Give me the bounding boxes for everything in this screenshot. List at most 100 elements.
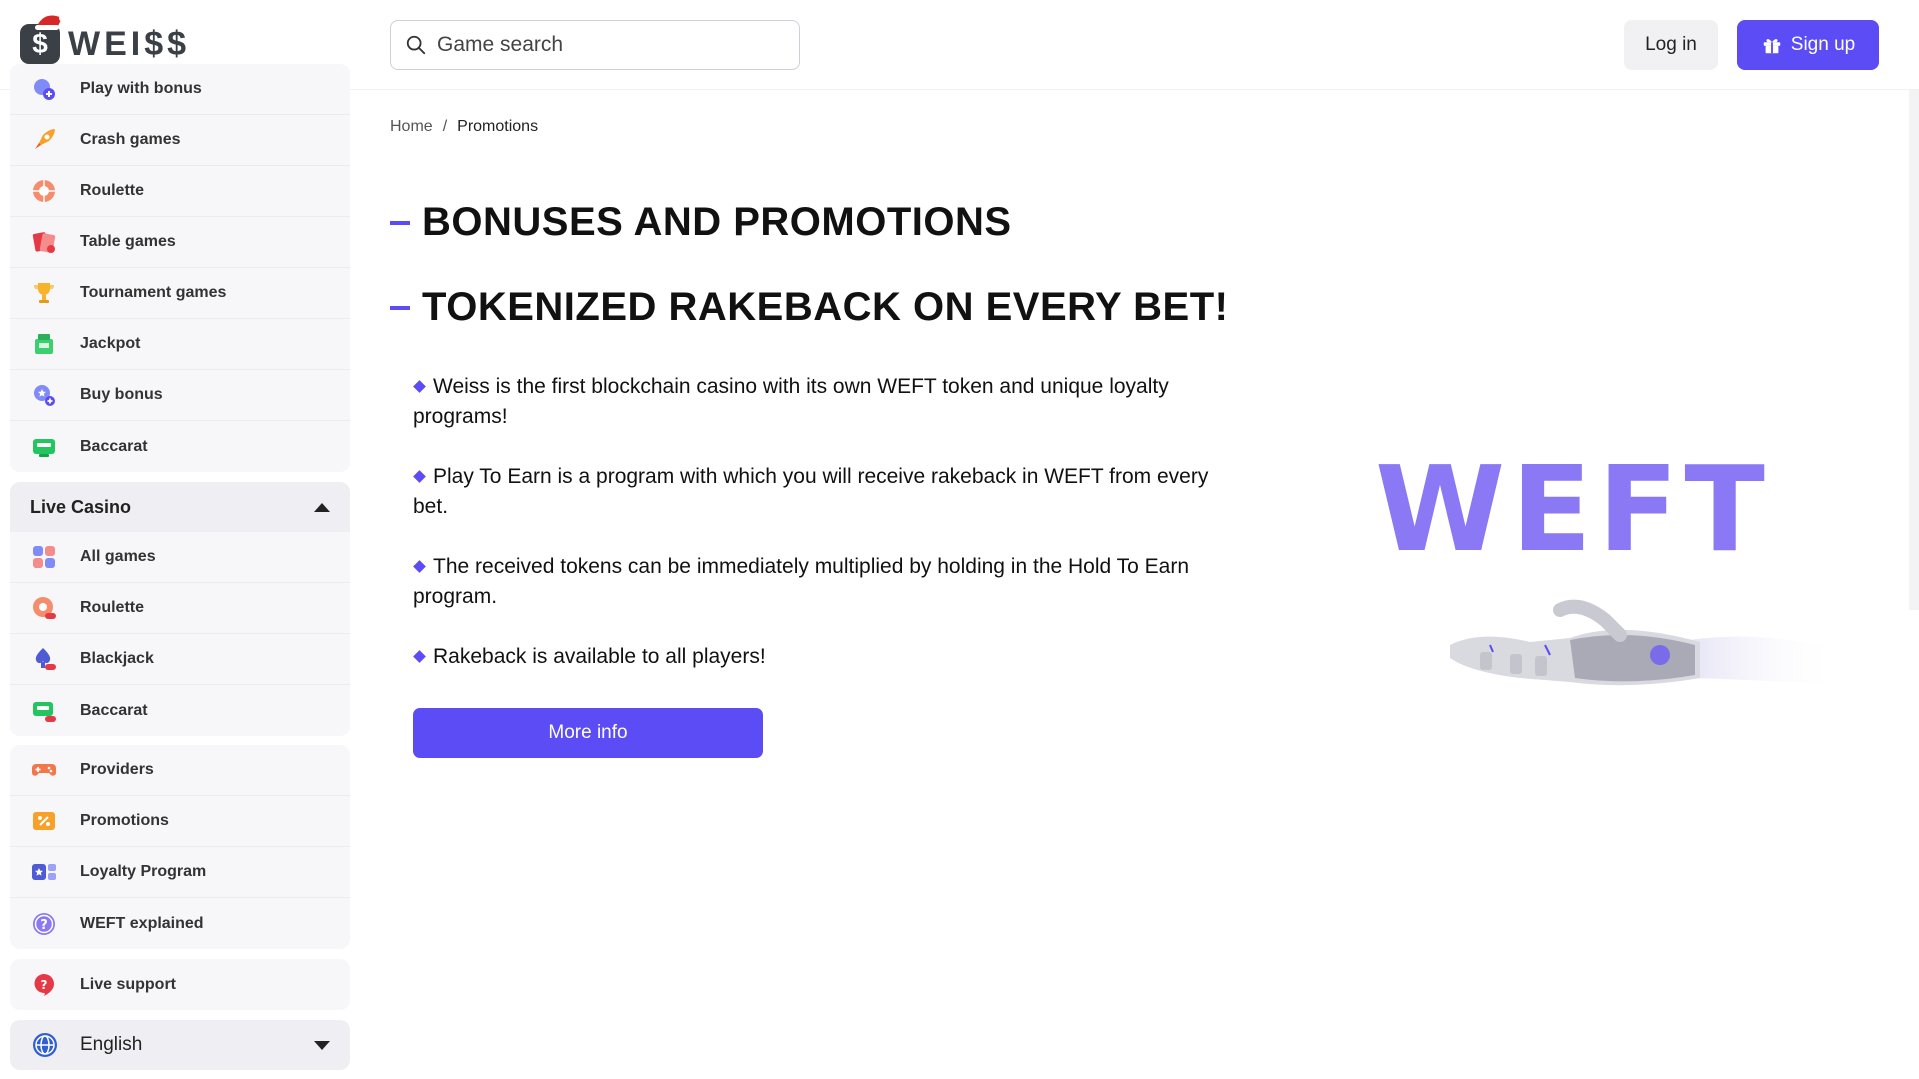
sidebar-item-table-games[interactable]: Table games — [10, 217, 350, 268]
login-label: Log in — [1645, 34, 1697, 55]
sidebar-item-tournament-games[interactable]: Tournament games — [10, 268, 350, 319]
misc-group: Providers Promotions Loyalty Program ? W… — [10, 745, 350, 949]
sidebar-item-label: Roulette — [80, 182, 144, 199]
games-group: Play with bonus Crash games Roulette Tab… — [10, 64, 350, 472]
more-info-button[interactable]: More info — [413, 708, 763, 758]
page-scrollbar[interactable] — [1909, 90, 1919, 610]
search-box[interactable] — [390, 20, 800, 70]
feature-text: The received tokens can be immediately m… — [413, 555, 1190, 608]
logo-text: WEI$$ — [68, 24, 191, 63]
live-casino-title: Live Casino — [30, 496, 132, 517]
sidebar-item-label: Tournament games — [80, 284, 227, 301]
diamond-bullet-icon — [413, 650, 426, 663]
blackjack-icon — [30, 645, 58, 673]
sidebar-item-label: Loyalty Program — [80, 863, 207, 880]
santa-hat-icon — [35, 14, 67, 30]
sidebar-item-baccarat[interactable]: Baccarat — [10, 421, 350, 472]
roulette-icon — [30, 177, 58, 205]
gift-icon — [1763, 39, 1781, 54]
sidebar-item-roulette[interactable]: Roulette — [10, 166, 350, 217]
weft-illustration: WEFT — [1360, 440, 1840, 710]
sidebar-item-label: Promotions — [80, 812, 169, 829]
sidebar-item-label: Table games — [80, 233, 176, 250]
sidebar-item-buy-bonus[interactable]: Buy bonus — [10, 370, 350, 421]
diamond-bullet-icon — [413, 380, 426, 393]
login-button[interactable]: Log in — [1624, 20, 1718, 70]
support-icon: ? — [30, 971, 58, 999]
globe-icon — [30, 1030, 60, 1060]
sidebar-item-loyalty-program[interactable]: Loyalty Program — [10, 847, 350, 898]
robot-hand-icon — [1450, 599, 1840, 686]
svg-text:?: ? — [40, 918, 48, 933]
bonus-icon — [30, 75, 58, 103]
sidebar-item-crash-games[interactable]: Crash games — [10, 115, 350, 166]
title-accent-dash — [390, 220, 410, 225]
breadcrumb-home[interactable]: Home — [390, 118, 433, 136]
percent-icon — [30, 807, 58, 835]
sidebar-item-play-with-bonus[interactable]: Play with bonus — [10, 64, 350, 115]
language-label: English — [80, 1034, 143, 1055]
section-title: TOKENIZED RAKEBACK ON EVERY BET! — [390, 285, 1228, 330]
jackpot-icon — [30, 330, 58, 358]
sidebar-item-weft-explained[interactable]: ? WEFT explained — [10, 898, 350, 949]
feature-text: Play To Earn is a program with which you… — [413, 465, 1209, 518]
sidebar-item-all-games[interactable]: All games — [10, 532, 350, 583]
live-baccarat-icon — [30, 697, 58, 725]
feature-text: Rakeback is available to all players! — [433, 645, 766, 668]
search-input[interactable] — [437, 33, 777, 57]
subtitle-accent-dash — [390, 305, 410, 310]
svg-text:?: ? — [41, 978, 48, 992]
diamond-bullet-icon — [413, 470, 426, 483]
breadcrumb: Home / Promotions — [390, 118, 538, 136]
sidebar-item-label: Play with bonus — [80, 80, 202, 97]
live-casino-group: Live Casino All games Roulette Blackjack — [10, 482, 350, 736]
support-group: ? Live support — [10, 959, 350, 1010]
cards-icon — [30, 228, 58, 256]
sidebar-item-label: Jackpot — [80, 335, 141, 352]
live-roulette-icon — [30, 594, 58, 622]
sidebar-item-label: Providers — [80, 761, 154, 778]
logo-badge-symbol: $ — [32, 28, 48, 59]
gamepad-icon — [30, 756, 58, 784]
trophy-icon — [30, 279, 58, 307]
sidebar-item-label: Blackjack — [80, 650, 154, 667]
loyalty-icon — [30, 858, 58, 886]
sidebar-item-live-roulette[interactable]: Roulette — [10, 583, 350, 634]
sidebar-item-label: Baccarat — [80, 701, 148, 719]
sidebar-item-live-support[interactable]: ? Live support — [10, 959, 350, 1010]
breadcrumb-separator: / — [442, 118, 448, 135]
sidebar-item-label: Buy bonus — [80, 386, 163, 403]
sidebar-item-promotions[interactable]: Promotions — [10, 796, 350, 847]
feature-item: Rakeback is available to all players! — [413, 642, 1233, 672]
live-casino-toggle[interactable]: Live Casino — [10, 482, 350, 532]
sidebar-item-label: Crash games — [80, 131, 181, 148]
sidebar: Play with bonus Crash games Roulette Tab… — [0, 64, 360, 1079]
language-selector[interactable]: English — [10, 1020, 350, 1070]
more-info-label: More info — [548, 722, 628, 743]
search-icon — [406, 35, 426, 55]
grid-icon — [30, 543, 58, 571]
sidebar-item-label: Baccarat — [80, 437, 148, 455]
page-title: BONUSES AND PROMOTIONS — [390, 200, 1012, 245]
question-icon: ? — [30, 910, 58, 938]
sidebar-item-label: All games — [80, 548, 156, 565]
feature-item: Play To Earn is a program with which you… — [413, 462, 1233, 522]
chevron-up-icon — [314, 502, 330, 512]
logo[interactable]: $ WEI$$ — [20, 14, 220, 66]
baccarat-icon — [30, 433, 58, 461]
sidebar-item-label: WEFT explained — [80, 914, 204, 932]
breadcrumb-current: Promotions — [457, 118, 539, 135]
signup-button[interactable]: Sign up — [1737, 20, 1879, 70]
sidebar-item-jackpot[interactable]: Jackpot — [10, 319, 350, 370]
feature-list: Weiss is the first blockchain casino wit… — [413, 372, 1233, 702]
page-title-text: BONUSES AND PROMOTIONS — [422, 200, 1012, 244]
sidebar-item-live-baccarat[interactable]: Baccarat — [10, 685, 350, 736]
feature-item: The received tokens can be immediately m… — [413, 552, 1233, 612]
signup-label: Sign up — [1790, 34, 1856, 55]
diamond-bullet-icon — [413, 560, 426, 573]
sidebar-item-blackjack[interactable]: Blackjack — [10, 634, 350, 685]
rocket-icon — [30, 126, 58, 154]
section-title-text: TOKENIZED RAKEBACK ON EVERY BET! — [422, 285, 1229, 329]
sidebar-item-providers[interactable]: Providers — [10, 745, 350, 796]
chevron-down-icon — [314, 1040, 330, 1050]
